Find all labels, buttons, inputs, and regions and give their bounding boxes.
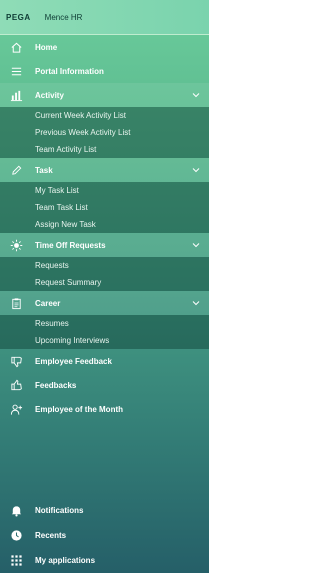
submenu-item-assign-new-task[interactable]: Assign New Task xyxy=(0,216,209,233)
nav-item-recents[interactable]: Recents xyxy=(0,523,209,548)
add-user-icon xyxy=(9,402,23,416)
chevron-down-icon[interactable] xyxy=(191,240,201,250)
task-submenu: My Task List Team Task List Assign New T… xyxy=(0,182,209,233)
submenu-item-current-week-activity[interactable]: Current Week Activity List xyxy=(0,107,209,124)
pencil-icon xyxy=(9,163,23,177)
nav-label-home: Home xyxy=(35,42,58,52)
nav-label-employee-feedback: Employee Feedback xyxy=(35,356,112,366)
nav-label-feedbacks: Feedbacks xyxy=(35,380,77,390)
submenu-item-resumes[interactable]: Resumes xyxy=(0,315,209,332)
submenu-item-previous-week-activity[interactable]: Previous Week Activity List xyxy=(0,124,209,141)
submenu-item-request-summary[interactable]: Request Summary xyxy=(0,274,209,291)
nav-label-career: Career xyxy=(35,298,61,308)
nav-section-career[interactable]: Career xyxy=(0,291,209,315)
nav-label-portal-information: Portal Information xyxy=(35,66,104,76)
career-submenu: Resumes Upcoming Interviews xyxy=(0,315,209,349)
sun-icon xyxy=(9,238,23,252)
grid-icon xyxy=(9,554,23,568)
app-name[interactable]: Mence HR xyxy=(45,13,83,22)
brand-logo: PEGA xyxy=(6,12,31,22)
submenu-item-my-task-list[interactable]: My Task List xyxy=(0,182,209,199)
nav-label-notifications: Notifications xyxy=(35,506,84,515)
submenu-item-team-task-list[interactable]: Team Task List xyxy=(0,199,209,216)
time-off-submenu: Requests Request Summary xyxy=(0,257,209,291)
thumbs-down-icon xyxy=(9,354,23,368)
nav-label-my-applications: My applications xyxy=(35,556,96,565)
nav-section-task[interactable]: Task xyxy=(0,158,209,182)
list-icon xyxy=(9,64,23,78)
footer-nav: Notifications Recents My applications xyxy=(0,498,209,573)
submenu-item-requests[interactable]: Requests xyxy=(0,257,209,274)
activity-submenu: Current Week Activity List Previous Week… xyxy=(0,107,209,158)
nav-label-employee-of-the-month: Employee of the Month xyxy=(35,404,123,414)
nav-item-feedbacks[interactable]: Feedbacks xyxy=(0,373,209,397)
nav-section-time-off-requests[interactable]: Time Off Requests xyxy=(0,233,209,257)
nav-item-employee-feedback[interactable]: Employee Feedback xyxy=(0,349,209,373)
nav-item-notifications[interactable]: Notifications xyxy=(0,498,209,523)
nav-label-recents: Recents xyxy=(35,531,67,540)
bell-icon xyxy=(9,504,23,518)
nav-item-my-applications[interactable]: My applications xyxy=(0,548,209,573)
thumbs-up-icon xyxy=(9,378,23,392)
nav-item-employee-of-the-month[interactable]: Employee of the Month xyxy=(0,397,209,421)
clipboard-icon xyxy=(9,296,23,310)
chevron-down-icon[interactable] xyxy=(191,90,201,100)
submenu-item-team-activity[interactable]: Team Activity List xyxy=(0,141,209,158)
clock-icon xyxy=(9,529,23,543)
nav-item-home[interactable]: Home xyxy=(0,35,209,59)
chevron-down-icon[interactable] xyxy=(191,165,201,175)
home-icon xyxy=(9,40,23,54)
portal-header: PEGA Mence HR xyxy=(0,0,209,35)
nav-item-portal-information[interactable]: Portal Information xyxy=(0,59,209,83)
nav-section-activity[interactable]: Activity xyxy=(0,83,209,107)
chevron-down-icon[interactable] xyxy=(191,298,201,308)
nav-label-task: Task xyxy=(35,165,53,175)
nav-label-activity: Activity xyxy=(35,90,64,100)
bar-chart-icon xyxy=(9,88,23,102)
nav-label-time-off-requests: Time Off Requests xyxy=(35,240,106,250)
side-navigation: PEGA Mence HR Home Portal Information Ac… xyxy=(0,0,209,573)
submenu-item-upcoming-interviews[interactable]: Upcoming Interviews xyxy=(0,332,209,349)
